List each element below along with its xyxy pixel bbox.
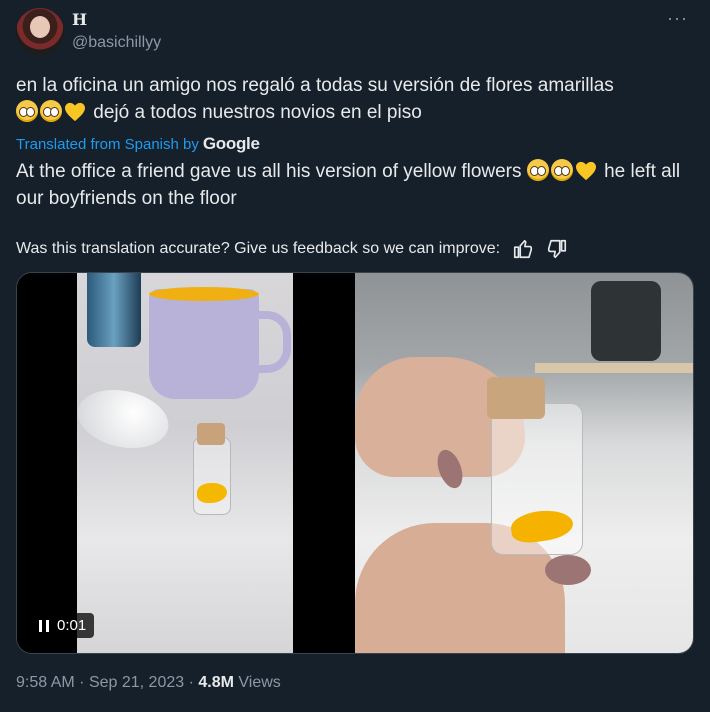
thumbs-up-icon[interactable]	[512, 238, 534, 260]
pencil-cup	[87, 273, 141, 347]
translated-text-part1: At the office a friend gave us all his v…	[16, 161, 522, 182]
yellow-heart-emoji	[64, 102, 86, 122]
display-name[interactable]: H	[72, 10, 87, 29]
pleading-face-emoji	[16, 100, 38, 122]
cork	[487, 377, 545, 419]
pleading-face-emoji	[40, 100, 62, 122]
original-text-line2: dejó a todos nuestros novios en el piso	[93, 102, 422, 123]
mug-rim	[149, 287, 259, 301]
pleading-face-emoji	[526, 159, 549, 181]
separator: ·	[79, 674, 85, 691]
user-handle[interactable]: @basichillyy	[72, 34, 161, 52]
mug-handle	[253, 311, 291, 373]
fingernail	[545, 555, 591, 585]
tweet-time[interactable]: 9:58 AM	[16, 674, 75, 691]
office-chair	[591, 281, 661, 361]
translation-label: Translated from Spanish by	[16, 136, 199, 153]
pleading-face-emoji	[550, 159, 573, 181]
views-count: 4.8M	[198, 674, 234, 691]
translation-attribution[interactable]: Translated from Spanish by Google	[16, 134, 260, 154]
views-label: Views	[238, 674, 281, 691]
photo-jar-in-hand[interactable]	[355, 273, 693, 653]
feedback-prompt: Was this translation accurate? Give us f…	[16, 240, 501, 257]
separator: ·	[188, 674, 194, 691]
more-options-icon[interactable]: ···	[667, 8, 688, 29]
video-player[interactable]: 0:01	[17, 273, 353, 653]
yellow-heart-emoji	[575, 161, 597, 181]
google-logo: Google	[202, 134, 260, 153]
tweet-date[interactable]: Sep 21, 2023	[89, 674, 184, 691]
original-text-line1: en la oficina un amigo nos regaló a toda…	[16, 75, 614, 96]
tweet-meta: 9:58 AM · Sep 21, 2023 · 4.8M Views	[16, 674, 281, 692]
video-time: 0:01	[57, 617, 87, 634]
video-frame	[77, 273, 293, 653]
media-grid: 0:01	[16, 272, 694, 654]
tweet-translated-text: At the office a friend gave us all his v…	[16, 158, 696, 212]
small-cork	[197, 423, 225, 445]
small-jar	[193, 437, 231, 515]
pause-button[interactable]: 0:01	[31, 613, 95, 638]
pause-icon	[39, 619, 49, 632]
thumbs-down-icon[interactable]	[546, 238, 568, 260]
translation-feedback: Was this translation accurate? Give us f…	[16, 238, 568, 260]
mug	[149, 289, 259, 399]
avatar[interactable]	[16, 8, 64, 56]
tweet-original-text: en la oficina un amigo nos regaló a toda…	[16, 72, 696, 126]
desk	[535, 363, 693, 373]
translated-text-part2: he	[604, 161, 626, 182]
